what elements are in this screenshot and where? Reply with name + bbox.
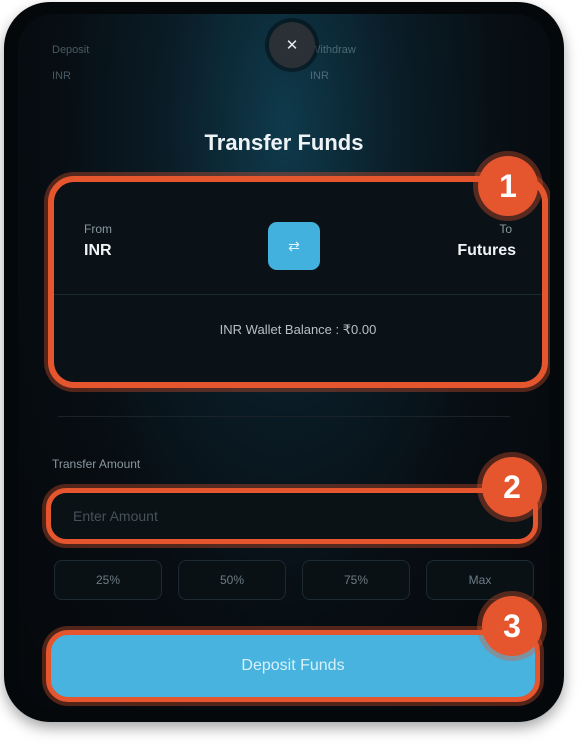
wallet-balance: INR Wallet Balance : ₹0.00	[219, 322, 377, 337]
deposit-button-highlight: Deposit Funds	[46, 630, 540, 702]
section-divider	[58, 416, 510, 417]
close-icon: ✕	[285, 37, 299, 54]
app-screen: Deposit INR Withdraw INR ✕ Transfer Fund…	[18, 14, 550, 710]
from-label: From	[84, 222, 112, 236]
amount-input[interactable]	[51, 493, 533, 539]
card-divider	[54, 294, 542, 295]
percent-50-button[interactable]: 50%	[178, 560, 286, 600]
step-badge-3: 3	[482, 596, 542, 656]
to-wallet-value[interactable]: Futures	[457, 242, 516, 260]
deposit-currency: INR	[52, 70, 71, 82]
withdraw-currency: INR	[310, 70, 329, 82]
withdraw-label: Withdraw	[310, 44, 356, 56]
close-button[interactable]: ✕	[269, 22, 315, 68]
deposit-funds-button[interactable]: Deposit Funds	[51, 635, 535, 697]
percent-max-button[interactable]: Max	[426, 560, 534, 600]
phone-frame: Deposit INR Withdraw INR ✕ Transfer Fund…	[4, 2, 564, 722]
amount-field-highlight	[46, 488, 538, 544]
percent-75-button[interactable]: 75%	[302, 560, 410, 600]
percent-buttons: 25% 50% 75% Max	[54, 560, 534, 600]
transfer-card: From INR ⇄ To Futures INR Wallet Balance…	[48, 176, 548, 388]
step-badge-2: 2	[482, 457, 542, 517]
to-label: To	[499, 222, 512, 236]
modal-title: Transfer Funds	[204, 130, 364, 155]
swap-icon: ⇄	[288, 237, 300, 254]
transfer-amount-label: Transfer Amount	[52, 457, 141, 471]
swap-button[interactable]: ⇄	[268, 222, 320, 270]
step-badge-1: 1	[478, 156, 538, 216]
from-wallet-value[interactable]: INR	[84, 242, 112, 260]
deposit-label: Deposit	[52, 44, 90, 56]
percent-25-button[interactable]: 25%	[54, 560, 162, 600]
